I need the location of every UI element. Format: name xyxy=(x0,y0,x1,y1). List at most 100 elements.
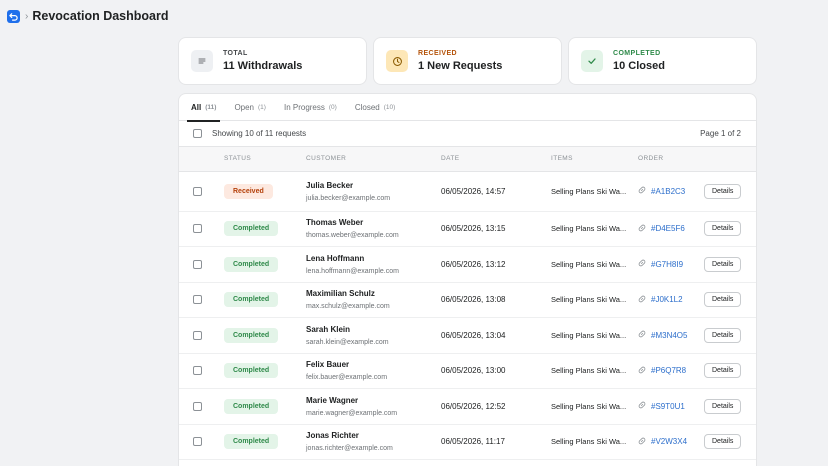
details-button[interactable]: Details xyxy=(704,292,742,308)
items-cell: Selling Plans Ski Wa... xyxy=(551,388,638,425)
status-cell: Completed xyxy=(224,246,306,283)
customer-cell: Maximilian Schulz max.schulz@example.com xyxy=(306,282,441,318)
customer-name: Jonas Richter xyxy=(306,431,359,441)
customer-name: Sarah Klein xyxy=(306,324,351,334)
table-row[interactable]: Completed Maximilian Schulz max.schulz@e… xyxy=(179,282,756,318)
status-cell: Completed xyxy=(224,282,306,318)
link-icon xyxy=(638,401,646,411)
details-button[interactable]: Details xyxy=(704,363,742,379)
table-row[interactable]: Completed Lena Hoffmann lena.hoffmann@ex… xyxy=(179,246,756,283)
actions-cell: Details xyxy=(704,317,756,354)
customer-email: julia.becker@example.com xyxy=(306,194,391,202)
list-icon xyxy=(191,50,213,72)
details-button[interactable]: Details xyxy=(704,221,742,237)
customer-email: max.schulz@example.com xyxy=(306,303,390,311)
row-checkbox[interactable] xyxy=(193,330,202,340)
header-items[interactable]: ITEMS xyxy=(551,147,638,172)
select-all-checkbox[interactable] xyxy=(193,129,202,138)
items-cell: Selling Plans Ski Wa... xyxy=(551,246,638,283)
row-checkbox[interactable] xyxy=(193,437,202,447)
table-row[interactable]: Received Julia Becker julia.becker@examp… xyxy=(179,171,756,212)
date-cell: 06/05/2026, 11:17 xyxy=(441,424,551,460)
row-checkbox[interactable] xyxy=(193,401,202,411)
items-text: Selling Plans Ski Wa... xyxy=(551,186,627,196)
tab-all[interactable]: All (11) xyxy=(187,94,221,122)
items-text: Selling Plans Ski Wa... xyxy=(551,366,627,376)
status-badge: Completed xyxy=(224,256,279,272)
status-cell: Completed xyxy=(224,424,306,460)
order-cell: #J0K1L2 xyxy=(638,282,704,318)
order-link[interactable]: #J0K1L2 xyxy=(651,295,683,304)
status-cell: Received xyxy=(224,171,306,212)
status-cell: Completed xyxy=(224,211,306,247)
order-link[interactable]: #A1B2C3 xyxy=(651,187,685,196)
header-date[interactable]: DATE xyxy=(441,147,551,172)
details-button[interactable]: Details xyxy=(704,183,742,199)
order-link[interactable]: #M3N4O5 xyxy=(651,331,687,340)
actions-cell: Details xyxy=(704,211,756,247)
link-icon xyxy=(638,437,646,447)
tab-count: (11) xyxy=(205,104,217,111)
status-cell: Completed xyxy=(224,317,306,354)
table-row[interactable]: Completed Jonas Richter jonas.richter@ex… xyxy=(179,424,756,460)
order-link[interactable]: #P6Q7R8 xyxy=(651,366,686,375)
row-checkbox[interactable] xyxy=(193,224,202,234)
table-row[interactable]: Completed Sarah Klein sarah.klein@exampl… xyxy=(179,317,756,354)
table-row[interactable]: Completed Thomas Weber thomas.weber@exam… xyxy=(179,211,756,247)
chevron-right-icon: › xyxy=(25,10,29,22)
status-badge: Completed xyxy=(224,363,279,379)
order-link[interactable]: #D4E5F6 xyxy=(651,224,685,233)
page-indicator: Page 1 of 2 xyxy=(700,129,741,138)
header-order[interactable]: ORDER xyxy=(638,147,704,172)
date-cell: 06/05/2026, 13:12 xyxy=(441,246,551,283)
table-row[interactable]: Completed Marie Wagner marie.wagner@exam… xyxy=(179,388,756,425)
details-button[interactable]: Details xyxy=(704,327,742,343)
items-cell: Selling Plans Ski Wa... xyxy=(551,211,638,247)
card-value: 10 Closed xyxy=(613,60,665,72)
link-icon xyxy=(638,259,646,269)
undo-arrow-icon[interactable] xyxy=(7,9,20,23)
customer-name: Felix Bauer xyxy=(306,360,350,370)
status-badge: Completed xyxy=(224,327,279,343)
details-button[interactable]: Details xyxy=(704,434,742,450)
customer-cell: Felix Bauer felix.bauer@example.com xyxy=(306,353,441,389)
order-link[interactable]: #S9T0U1 xyxy=(651,402,685,411)
items-text: Selling Plans Ski Wa... xyxy=(551,224,627,234)
tab-label: In Progress xyxy=(283,103,325,112)
row-checkbox[interactable] xyxy=(193,186,202,196)
tab-closed[interactable]: Closed (10) xyxy=(351,94,399,121)
row-checkbox[interactable] xyxy=(193,259,202,269)
header-actions xyxy=(704,147,756,172)
customer-name: Marie Wagner xyxy=(306,395,359,405)
row-checkbox[interactable] xyxy=(193,366,202,376)
summary-card-completed: COMPLETED 10 Closed xyxy=(569,38,756,84)
tab-open[interactable]: Open (1) xyxy=(230,94,270,121)
actions-cell: Details xyxy=(704,424,756,460)
check-icon xyxy=(581,50,603,72)
details-button[interactable]: Details xyxy=(704,256,742,272)
customer-email: thomas.weber@example.com xyxy=(306,232,399,240)
row-select-cell xyxy=(179,171,224,212)
order-link[interactable]: #V2W3X4 xyxy=(651,437,687,446)
row-select-cell xyxy=(179,424,224,460)
order-link[interactable]: #G7H8I9 xyxy=(651,260,683,269)
customer-cell: Marie Wagner marie.wagner@example.com xyxy=(306,388,441,425)
items-text: Selling Plans Ski Wa... xyxy=(551,437,627,447)
date-cell: 06/05/2026, 13:15 xyxy=(441,211,551,247)
actions-cell: Details xyxy=(704,171,756,212)
header-customer[interactable]: CUSTOMER xyxy=(306,147,441,172)
top-bar: › Revocation Dashboard xyxy=(0,0,828,32)
tab-label: All xyxy=(191,103,202,112)
tab-in-progress[interactable]: In Progress (0) xyxy=(280,94,341,121)
link-icon xyxy=(638,224,646,234)
row-checkbox[interactable] xyxy=(193,295,202,305)
header-status[interactable]: STATUS xyxy=(224,147,306,172)
row-select-cell xyxy=(179,317,224,354)
customer-email: sarah.klein@example.com xyxy=(306,338,389,346)
row-select-cell xyxy=(179,353,224,389)
date-cell: 06/05/2026, 13:00 xyxy=(441,353,551,389)
status-badge: Completed xyxy=(224,398,279,414)
details-button[interactable]: Details xyxy=(704,398,742,414)
table-row[interactable]: Completed Felix Bauer felix.bauer@exampl… xyxy=(179,353,756,389)
requests-table: STATUS CUSTOMER DATE ITEMS ORDER Receive… xyxy=(179,147,756,460)
